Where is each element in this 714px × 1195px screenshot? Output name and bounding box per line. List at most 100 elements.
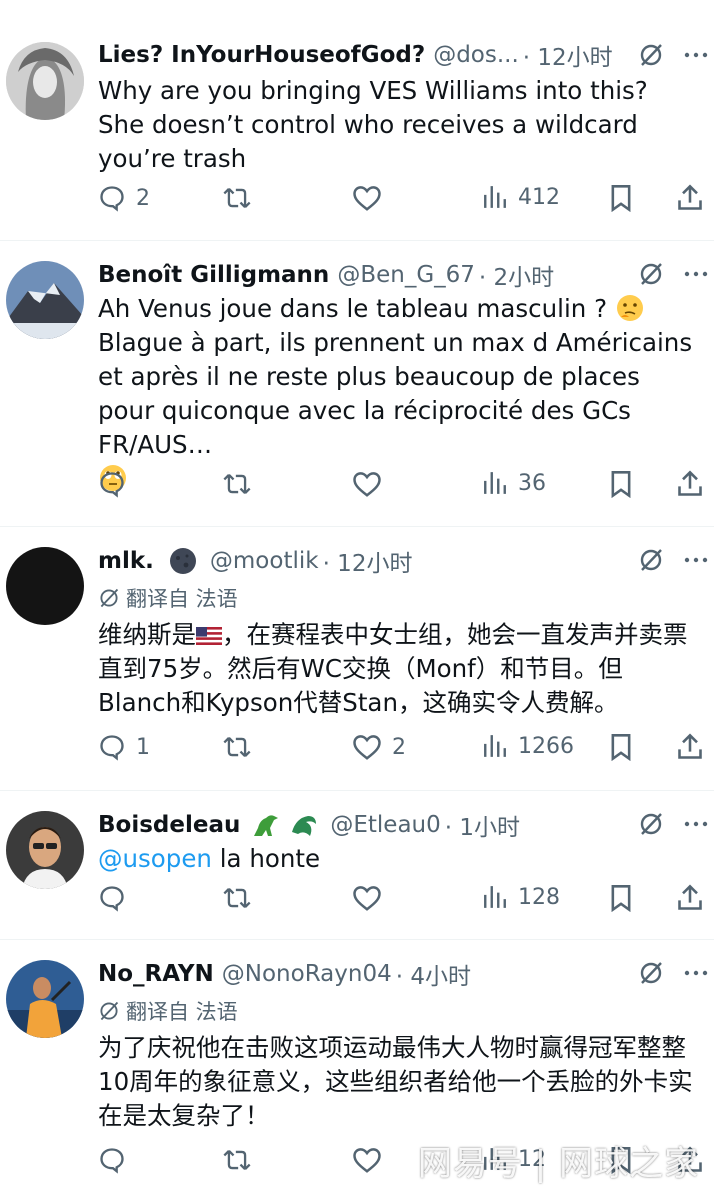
bookmark-button[interactable] [608,184,634,212]
timestamp[interactable]: · 12小时 [323,544,413,578]
more-icon[interactable] [684,270,708,278]
more-icon[interactable] [684,969,708,977]
reply-icon [100,886,124,912]
timestamp[interactable]: · 12小时 [523,38,613,72]
like-button[interactable] [352,184,382,212]
share-icon [678,733,702,759]
tweet-3[interactable]: mlk. @mootlik · 12小时 翻译自 法语 维纳斯是 ，在赛程表中女士… [0,527,714,791]
bookmark-button[interactable] [608,470,634,498]
avatar[interactable] [6,261,84,339]
more-icon[interactable] [684,820,708,828]
grok-icon[interactable] [638,811,664,837]
display-name[interactable]: Boisdeleau [98,812,240,838]
dinosaur-emoji [254,815,279,836]
display-name[interactable]: Benoît Gilligmann [98,262,329,288]
bookmark-button[interactable] [608,884,634,912]
bookmark-icon [611,734,631,761]
share-icon [678,470,702,496]
retweet-icon [223,187,251,209]
grok-icon[interactable] [638,547,664,573]
avatar[interactable] [6,547,84,625]
like-button[interactable] [352,470,382,498]
action-bar: 128 [98,884,704,924]
display-name[interactable]: No_RAYN [98,961,214,987]
more-icon[interactable] [684,556,708,564]
share-button[interactable] [676,470,704,498]
handle[interactable]: @mootlik [210,548,319,574]
timestamp[interactable]: · 1小时 [445,808,520,842]
header-actions [638,547,708,573]
dragon-emoji [292,816,317,836]
retweet-button[interactable] [222,184,252,212]
reply-button[interactable] [98,470,126,498]
tweet-header: No_RAYN @NonoRayn04 · 4小时 [98,957,696,991]
handle[interactable]: @Ben_G_67 [337,262,475,288]
views-icon [484,186,506,208]
tweet-1[interactable]: Lies? InYourHouseofGod? @dos... · 12小时 W… [0,0,714,241]
grok-icon[interactable] [638,42,664,68]
more-icon[interactable] [684,51,708,59]
like-icon [353,886,381,911]
tweet-2[interactable]: Benoît Gilligmann @Ben_G_67 · 2小时 Ah Ven… [0,241,714,527]
avatar[interactable] [6,42,84,120]
retweet-icon [223,887,251,909]
tweet-text-line2: Blague à part, ils prennent un max d Amé… [98,328,693,459]
reply-button[interactable] [98,1146,126,1174]
mention-link[interactable]: @usopen [98,844,212,873]
retweet-button[interactable] [222,470,252,498]
handle[interactable]: @dos... [433,42,519,68]
header-actions [638,811,708,837]
views-button[interactable]: 412 [482,184,560,210]
retweet-button[interactable] [222,733,252,761]
translate-icon [100,588,119,608]
tweet-text: 维纳斯是 ，在赛程表中女士组，她会一直发声并卖票直到75岁。然后有WC交换（Mon… [98,618,700,720]
translate-icon [100,1001,119,1021]
tweet-header: Boisdeleau @Etleau0 · 1小时 [98,808,696,842]
bookmark-icon [611,471,631,498]
like-button[interactable] [352,884,382,912]
header-actions [638,42,708,68]
header-actions [638,960,708,986]
grok-icon[interactable] [638,261,664,287]
share-button[interactable] [676,733,704,761]
reply-button[interactable]: 2 [98,184,150,212]
avatar[interactable] [6,960,84,1038]
display-name[interactable]: Lies? InYourHouseofGod? [98,42,425,68]
handle[interactable]: @Etleau0 [330,812,440,838]
share-button[interactable] [676,884,704,912]
watermark: 网易号 | 网球之家 [418,1144,700,1184]
translated-from[interactable]: 翻译自 法语 [98,996,238,1026]
reply-icon [100,472,124,498]
tweet-header: mlk. @mootlik · 12小时 [98,544,696,578]
like-button[interactable]: 2 [352,733,406,761]
grok-icon[interactable] [638,960,664,986]
translated-from[interactable]: 翻译自 法语 [98,583,238,613]
timestamp[interactable]: · 4小时 [396,957,471,991]
avatar[interactable] [6,811,84,889]
like-icon [353,186,381,211]
timestamp[interactable]: · 2小时 [479,258,554,292]
views-button[interactable]: 1266 [482,733,574,759]
reply-count: 2 [136,185,150,211]
bookmark-icon [611,885,631,912]
like-button[interactable] [352,1146,382,1174]
action-bar: 1 2 1266 [98,733,704,773]
views-button[interactable]: 36 [482,470,546,496]
views-count: 36 [518,470,546,496]
share-icon [678,884,702,910]
reply-count: 1 [136,734,150,760]
action-bar: 36 [98,470,704,510]
views-count: 128 [518,884,560,910]
display-name[interactable]: mlk. [98,548,154,574]
reply-button[interactable] [98,884,126,912]
bookmark-button[interactable] [608,733,634,761]
tweet-header: Benoît Gilligmann @Ben_G_67 · 2小时 [98,258,696,292]
tweet-4[interactable]: Boisdeleau @Etleau0 · 1小时 @usopen la hon… [0,791,714,940]
views-button[interactable]: 128 [482,884,560,910]
share-icon [678,184,702,210]
reply-button[interactable]: 1 [98,733,150,761]
retweet-button[interactable] [222,1146,252,1174]
retweet-button[interactable] [222,884,252,912]
share-button[interactable] [676,184,704,212]
handle[interactable]: @NonoRayn04 [222,961,392,987]
